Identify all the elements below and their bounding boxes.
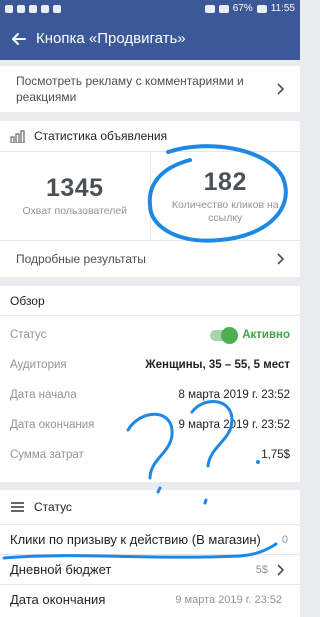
system-status-bar: 67% 11:55 <box>0 0 300 17</box>
chevron-right-icon <box>274 82 288 96</box>
link-clicks-label: Количество кликов на ссылку <box>171 198 279 224</box>
cta-clicks-label: Клики по призыву к действию (В магазин) <box>10 532 261 547</box>
start-date-key: Дата начала <box>10 389 77 401</box>
page-title: Кнопка «Продвигать» <box>36 30 186 47</box>
battery-percent: 67% <box>232 3 253 14</box>
overview-row-end-date: Дата окончания 9 марта 2019 г. 23:52 <box>0 410 300 440</box>
notification-icon <box>5 4 13 13</box>
stats-grid: 1345 Охват пользователей 182 Количество … <box>0 151 300 241</box>
status-section-title: Статус <box>34 500 72 514</box>
audience-value: Женщины, 35 – 55, 5 мест <box>145 359 290 371</box>
start-date-value: 8 марта 2019 г. 23:52 <box>178 389 290 401</box>
ad-statistics-header: Статистика объявления <box>0 121 300 151</box>
reach-stat[interactable]: 1345 Охват пользователей <box>0 152 150 240</box>
ad-statistics-card: Статистика объявления 1345 Охват пользов… <box>0 121 300 277</box>
bar-chart-icon <box>10 130 25 143</box>
overview-header: Обзор <box>0 286 300 316</box>
daily-budget-row[interactable]: Дневной бюджет 5$ <box>0 554 300 584</box>
overview-row-start-date: Дата начала 8 марта 2019 г. 23:52 <box>0 380 300 410</box>
status-bar-left-icons <box>5 4 61 13</box>
comments-link-card: Посмотреть рекламу с комментариями и реа… <box>0 66 300 112</box>
overview-row-amount-spent: Сумма затрат 1,75$ <box>0 440 300 470</box>
status-key: Статус <box>10 329 47 341</box>
overview-title: Обзор <box>10 293 45 308</box>
app-bar: Кнопка «Продвигать» <box>0 17 300 60</box>
notification-icon <box>29 4 37 13</box>
back-button[interactable] <box>0 17 36 60</box>
signal-icon <box>218 4 229 13</box>
end-date-row-value: 9 марта 2019 г. 23:52 <box>175 593 282 606</box>
status-value: Активно <box>242 329 290 341</box>
menu-lines-icon <box>11 502 24 512</box>
reach-value: 1345 <box>45 174 104 202</box>
overview-row-audience: Аудитория Женщины, 35 – 55, 5 мест <box>0 350 300 380</box>
cta-clicks-row[interactable]: Клики по призыву к действию (В магазин) … <box>0 524 300 554</box>
end-date-label: Дата окончания <box>10 592 106 607</box>
end-date-key: Дата окончания <box>10 419 95 431</box>
cta-clicks-value: 0 <box>281 533 288 546</box>
reach-label: Охват пользователей <box>22 205 128 217</box>
link-clicks-value: 182 <box>203 167 247 196</box>
link-clicks-stat[interactable]: 182 Количество кликов на ссылку <box>149 152 301 240</box>
view-ad-comments-label: Посмотреть рекламу с комментариями и реа… <box>16 74 244 104</box>
chevron-right-icon <box>274 252 288 266</box>
audience-key: Аудитория <box>10 359 67 371</box>
overview-row-status: Статус Активно <box>0 320 300 350</box>
notification-icon <box>41 4 49 13</box>
detailed-results-link[interactable]: Подробные результаты <box>0 241 300 276</box>
end-date-value: 9 марта 2019 г. 23:52 <box>178 419 290 431</box>
battery-icon <box>256 4 267 13</box>
arrow-back-icon <box>12 32 26 45</box>
amount-spent-value: 1,75$ <box>261 449 290 461</box>
view-ad-comments-link[interactable]: Посмотреть рекламу с комментариями и реа… <box>0 66 300 112</box>
ad-statistics-title: Статистика объявления <box>34 129 168 143</box>
status-bar-right: 67% 11:55 <box>204 3 295 14</box>
daily-budget-value: 5$ <box>255 563 268 576</box>
notification-icon <box>53 4 61 13</box>
detailed-results-label: Подробные результаты <box>16 251 146 266</box>
status-section-header: Статус <box>0 490 300 524</box>
amount-spent-key: Сумма затрат <box>10 449 84 461</box>
status-toggle[interactable] <box>210 326 239 344</box>
overview-card: Обзор Статус Активно Аудитория Женщины, … <box>0 286 300 482</box>
wifi-icon <box>204 4 215 13</box>
end-date-row[interactable]: Дата окончания 9 марта 2019 г. 23:52 <box>0 584 300 614</box>
notification-icon <box>17 4 25 13</box>
daily-budget-label: Дневной бюджет <box>10 562 112 577</box>
chevron-right-icon <box>274 563 288 577</box>
clock: 11:55 <box>270 3 295 14</box>
status-card: Статус Клики по призыву к действию (В ма… <box>0 490 300 617</box>
